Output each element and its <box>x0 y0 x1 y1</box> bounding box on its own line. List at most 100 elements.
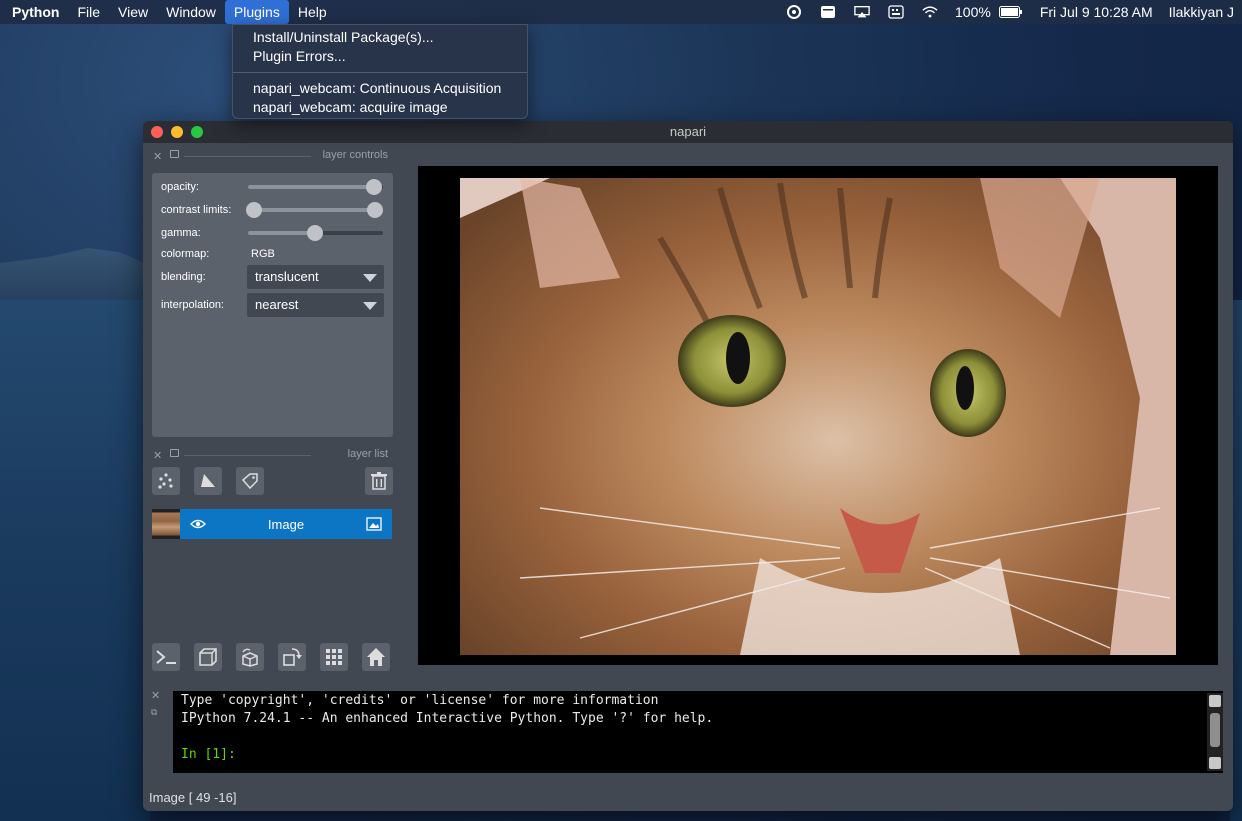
opacity-slider-fill <box>248 185 375 189</box>
viewer-buttons <box>152 643 392 671</box>
minimize-window-button[interactable] <box>171 126 183 138</box>
tag-icon <box>241 473 258 490</box>
float-dock-icon[interactable] <box>170 150 179 158</box>
roll-dimensions-button[interactable] <box>236 643 264 671</box>
scroll-up-button[interactable] <box>1209 695 1221 707</box>
opacity-label: opacity: <box>161 181 199 193</box>
cat-image <box>460 178 1176 655</box>
window-titlebar[interactable]: napari <box>143 121 1233 143</box>
contrast-limits-fill <box>254 208 376 212</box>
menu-separator <box>233 72 527 73</box>
layer-list-item[interactable]: Image <box>152 509 392 539</box>
float-dock-icon[interactable]: ⧉ <box>151 707 157 718</box>
header-divider <box>184 156 311 157</box>
menu-item-acquire-image[interactable]: napari_webcam: acquire image <box>233 98 527 117</box>
layer-controls-title: layer controls <box>322 149 388 161</box>
grid-icon <box>326 649 342 665</box>
new-shapes-layer-button[interactable] <box>194 467 222 495</box>
contrast-min-handle[interactable] <box>246 202 262 218</box>
close-window-button[interactable] <box>151 126 163 138</box>
blending-label: blending: <box>161 271 206 283</box>
wifi-icon[interactable] <box>922 5 938 19</box>
status-bar: Image [ 49 -16] <box>149 790 237 805</box>
transpose-button[interactable] <box>278 643 306 671</box>
viewer-canvas[interactable] <box>418 166 1218 665</box>
float-dock-icon[interactable] <box>170 449 179 457</box>
layer-controls-panel: opacity: contrast limits: gamma: colorma… <box>152 173 393 437</box>
layer-thumbnail <box>152 509 180 539</box>
window-title: napari <box>669 124 707 139</box>
battery-percent: 100% <box>955 4 991 20</box>
console-scrollbar[interactable] <box>1207 693 1223 771</box>
gamma-label: gamma: <box>161 227 201 239</box>
layer-list-header: ✕ layer list <box>143 447 393 463</box>
napari-window: napari ✕ layer controls opacity: contras… <box>143 121 1233 811</box>
menu-item-plugin-errors[interactable]: Plugin Errors... <box>233 47 527 66</box>
ipython-console[interactable]: Type 'copyright', 'credits' or 'license'… <box>173 691 1223 773</box>
layer-buttons <box>152 467 393 495</box>
scroll-thumb[interactable] <box>1210 713 1220 747</box>
gamma-slider-fill <box>248 231 314 235</box>
menu-item-continuous-acquisition[interactable]: napari_webcam: Continuous Acquisition <box>233 79 527 98</box>
interpolation-label: interpolation: <box>161 299 224 311</box>
transpose-icon <box>283 648 302 666</box>
macos-menubar: Python File View Window Plugins Help 100… <box>0 0 1242 24</box>
menu-plugins[interactable]: Plugins <box>224 0 289 24</box>
menubar-user[interactable]: Ilakkiyan J <box>1169 4 1234 20</box>
menubar-clock[interactable]: Fri Jul 9 10:28 AM <box>1040 4 1153 20</box>
zoom-window-button[interactable] <box>191 126 203 138</box>
close-dock-icon[interactable]: ✕ <box>151 689 160 702</box>
home-icon <box>367 648 385 666</box>
shapes-icon <box>201 474 215 487</box>
close-dock-icon[interactable]: ✕ <box>153 449 162 462</box>
grid-view-button[interactable] <box>320 643 348 671</box>
opacity-slider-handle[interactable] <box>366 179 382 195</box>
control-center-icon[interactable] <box>786 5 802 19</box>
contrast-limits-label: contrast limits: <box>161 204 232 216</box>
roll-cube-icon <box>242 648 258 667</box>
close-dock-icon[interactable]: ✕ <box>153 150 162 163</box>
cube-icon <box>199 648 217 666</box>
blending-dropdown[interactable]: translucent <box>247 265 384 289</box>
console-prompt[interactable]: In [1]: <box>181 747 236 762</box>
menu-help[interactable]: Help <box>289 0 336 24</box>
trash-icon <box>371 472 387 490</box>
layer-row-selected[interactable]: Image <box>180 509 392 539</box>
toggle-console-button[interactable] <box>152 643 180 671</box>
menu-item-install-packages[interactable]: Install/Uninstall Package(s)... <box>233 28 527 47</box>
toggle-ndisplay-button[interactable] <box>194 643 222 671</box>
console-icon <box>156 650 176 664</box>
notes-icon[interactable] <box>820 5 836 19</box>
layer-name[interactable]: Image <box>180 517 392 532</box>
scroll-down-button[interactable] <box>1209 757 1221 769</box>
desktop-sea <box>0 300 150 821</box>
keyboard-icon[interactable] <box>888 5 904 19</box>
layer-list-title: layer list <box>347 448 388 460</box>
menu-view[interactable]: View <box>109 0 157 24</box>
desktop-island <box>0 248 160 305</box>
new-points-layer-button[interactable] <box>152 467 180 495</box>
airplay-icon[interactable] <box>854 5 870 19</box>
blending-value: translucent <box>255 269 319 284</box>
chevron-down-icon <box>363 302 377 310</box>
battery-icon[interactable] <box>998 5 1023 19</box>
interpolation-dropdown[interactable]: nearest <box>247 293 384 317</box>
console-line-2: IPython 7.24.1 -- An enhanced Interactiv… <box>181 711 714 726</box>
header-divider <box>184 455 311 456</box>
delete-layer-button[interactable] <box>365 467 393 495</box>
interpolation-value: nearest <box>255 297 299 312</box>
layer-controls-header: ✕ layer controls <box>143 148 393 164</box>
menu-app-python[interactable]: Python <box>0 0 68 24</box>
gamma-slider-handle[interactable] <box>307 225 323 241</box>
points-icon <box>158 473 173 489</box>
menubar-status-area: 100% Fri Jul 9 10:28 AM Ilakkiyan J <box>777 0 1242 24</box>
menu-window[interactable]: Window <box>157 0 225 24</box>
console-line-1: Type 'copyright', 'credits' or 'license'… <box>181 693 659 708</box>
console-dock: ✕ ⧉ Type 'copyright', 'credits' or 'lice… <box>143 681 1233 791</box>
colormap-label: colormap: <box>161 248 210 260</box>
image-layer-icon <box>366 517 382 536</box>
new-labels-layer-button[interactable] <box>236 467 264 495</box>
menu-file[interactable]: File <box>68 0 109 24</box>
reset-view-button[interactable] <box>362 643 390 671</box>
contrast-max-handle[interactable] <box>367 202 383 218</box>
